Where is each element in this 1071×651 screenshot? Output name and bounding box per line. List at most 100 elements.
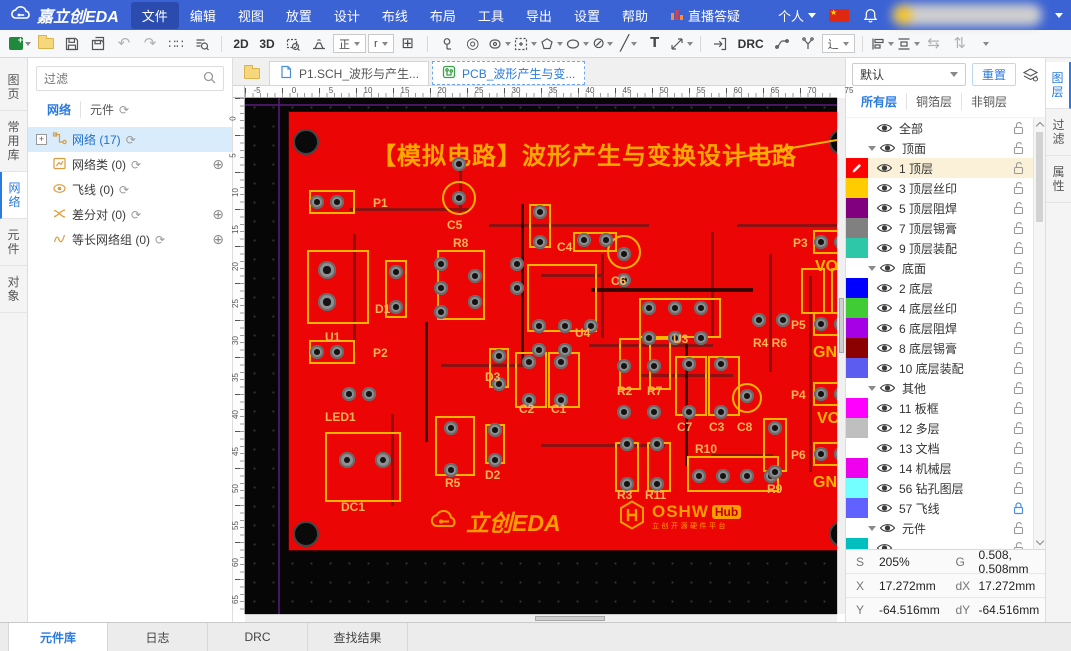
refresh-icon[interactable]: ⟳ <box>131 208 141 222</box>
layer-row[interactable]: 7 顶层锡膏 <box>846 218 1033 238</box>
lock-icon[interactable] <box>1012 241 1025 258</box>
eye-visibility-icon[interactable] <box>876 122 893 134</box>
text-tool[interactable]: T <box>643 33 667 55</box>
layer-row[interactable]: 12 多层 <box>846 418 1033 438</box>
layer-row[interactable]: 14 机械层 <box>846 458 1033 478</box>
toolbar-more-caret[interactable] <box>974 33 998 55</box>
lock-icon[interactable] <box>1012 321 1025 338</box>
collapse-triangle-icon[interactable] <box>868 146 876 151</box>
menu-item[interactable]: 放置 <box>275 2 323 29</box>
layer-row[interactable]: 8 底层锡膏 <box>846 338 1033 358</box>
menu-item[interactable]: 设计 <box>323 2 371 29</box>
collapse-triangle-icon[interactable] <box>868 526 876 531</box>
rail-tab-元件[interactable]: 元件 <box>0 219 27 266</box>
lock-icon[interactable] <box>1012 121 1025 138</box>
eye-visibility-icon[interactable] <box>876 402 893 414</box>
tree-row[interactable]: 网络类 (0)⟳⊕ <box>28 152 232 177</box>
notification-bell-icon[interactable] <box>862 7 879 24</box>
bottom-tab[interactable]: 日志 <box>108 623 208 651</box>
layer-row[interactable]: 56 钻孔图层 <box>846 478 1033 498</box>
lock-icon[interactable] <box>1012 361 1025 378</box>
panel-tab[interactable]: 元件⟳ <box>80 101 138 118</box>
footprint-grid-tool[interactable]: ∷∷ <box>164 33 188 55</box>
lock-icon[interactable] <box>1012 501 1025 518</box>
panel-tab[interactable]: 网络 <box>38 101 80 118</box>
eye-visibility-icon[interactable] <box>876 242 893 254</box>
menu-item[interactable]: 直播答疑 <box>659 2 751 29</box>
layer-row[interactable]: 元件 <box>846 518 1033 538</box>
eye-visibility-icon[interactable] <box>876 202 893 214</box>
layer-row[interactable]: 10 底层装配 <box>846 358 1033 378</box>
layer-row[interactable]: 9 顶层装配 <box>846 238 1033 258</box>
eye-visibility-icon[interactable] <box>876 442 893 454</box>
eye-visibility-icon[interactable] <box>876 222 893 234</box>
menu-item[interactable]: 布局 <box>419 2 467 29</box>
copper-pour-tool[interactable] <box>307 33 331 55</box>
canvas-vscrollbar[interactable] <box>837 98 845 614</box>
expand-icon[interactable]: + <box>36 134 47 145</box>
eye-visibility-icon[interactable] <box>876 182 893 194</box>
layer-row[interactable]: 其他 <box>846 378 1033 398</box>
layer-settings-icon[interactable] <box>1022 67 1039 82</box>
polygon-tool[interactable] <box>539 33 563 55</box>
lock-icon[interactable] <box>1012 161 1025 178</box>
bottom-tab[interactable]: 查找结果 <box>308 623 408 651</box>
grid-settings-tool[interactable]: ⊞ <box>396 33 420 55</box>
lock-icon[interactable] <box>1012 381 1025 398</box>
canvas-hscrollbar[interactable] <box>245 614 837 622</box>
drc-tool[interactable]: DRC <box>734 33 768 55</box>
lock-icon[interactable] <box>1012 141 1025 158</box>
refresh-icon[interactable]: ⟳ <box>131 158 141 172</box>
bottom-tab[interactable]: DRC <box>208 623 308 651</box>
dimension-tool[interactable] <box>669 33 693 55</box>
refresh-icon[interactable]: ⟳ <box>126 133 136 147</box>
layer-row[interactable]: 57 飞线 <box>846 498 1033 518</box>
pcb-canvas[interactable]: 【模拟电路】波形产生与变换设计电路P1C5R8C4D1U1U4C6U3P3VO1… <box>245 98 837 614</box>
rail-tab-过滤[interactable]: 过滤 <box>1046 109 1071 156</box>
layer-list-scrollbar[interactable] <box>1033 118 1045 549</box>
add-icon[interactable]: ⊕ <box>212 157 224 173</box>
tree-row[interactable]: +网络 (17)⟳ <box>28 127 232 152</box>
open-folder-icon[interactable] <box>238 61 266 85</box>
menu-item[interactable]: 视图 <box>227 2 275 29</box>
filter-input[interactable] <box>44 72 199 86</box>
eye-visibility-icon[interactable] <box>876 162 893 174</box>
refresh-icon[interactable]: ⟳ <box>155 233 165 247</box>
layer-row[interactable]: 4 底层丝印 <box>846 298 1033 318</box>
new-project-tool[interactable] <box>8 33 32 55</box>
new-file-tool[interactable] <box>34 33 58 55</box>
menu-item[interactable]: 文件 <box>131 2 179 29</box>
save-tool[interactable] <box>60 33 84 55</box>
user-menu[interactable]: 个人 <box>778 6 816 25</box>
eye-visibility-icon[interactable] <box>876 542 893 549</box>
find-similar-tool[interactable] <box>190 33 214 55</box>
rail-tab-网络[interactable]: 网络 <box>0 172 27 219</box>
layer-filter-tab[interactable]: 铜箔层 <box>906 93 961 110</box>
pin-tool[interactable] <box>435 33 459 55</box>
save-as-tool[interactable] <box>86 33 110 55</box>
rail-tab-对象[interactable]: 对象 <box>0 266 27 313</box>
menubar-caret-icon[interactable] <box>1055 13 1063 18</box>
layer-row[interactable]: 13 文档 <box>846 438 1033 458</box>
layer-row[interactable]: 2 底层 <box>846 278 1033 298</box>
layer-row[interactable]: 顶面 <box>846 138 1033 158</box>
menu-item[interactable]: 编辑 <box>179 2 227 29</box>
select-rect-tool[interactable] <box>513 33 537 55</box>
ellipse-tool[interactable] <box>565 33 589 55</box>
layer-row[interactable]: 11 板框 <box>846 398 1033 418</box>
rail-tab-常用库[interactable]: 常用库 <box>0 111 27 172</box>
eye-visibility-icon[interactable] <box>879 522 896 534</box>
document-tab[interactable]: P1.SCH_波形与产生... <box>269 61 429 85</box>
angle-mode-combo[interactable]: 正 <box>333 34 366 53</box>
lock-icon[interactable] <box>1012 521 1025 538</box>
eye-visibility-icon[interactable] <box>876 502 893 514</box>
eye-visibility-icon[interactable] <box>876 482 893 494</box>
lock-icon[interactable] <box>1012 181 1025 198</box>
flip-horizontal-tool[interactable]: ⇆ <box>922 33 946 55</box>
bottom-tab[interactable]: 元件库 <box>8 623 108 651</box>
route-tool[interactable] <box>770 33 794 55</box>
redo-tool[interactable]: ↷ <box>138 33 162 55</box>
layer-row[interactable]: 全部 <box>846 118 1033 138</box>
layer-row[interactable] <box>846 538 1033 549</box>
corner-mode-combo[interactable]: r <box>368 34 394 53</box>
